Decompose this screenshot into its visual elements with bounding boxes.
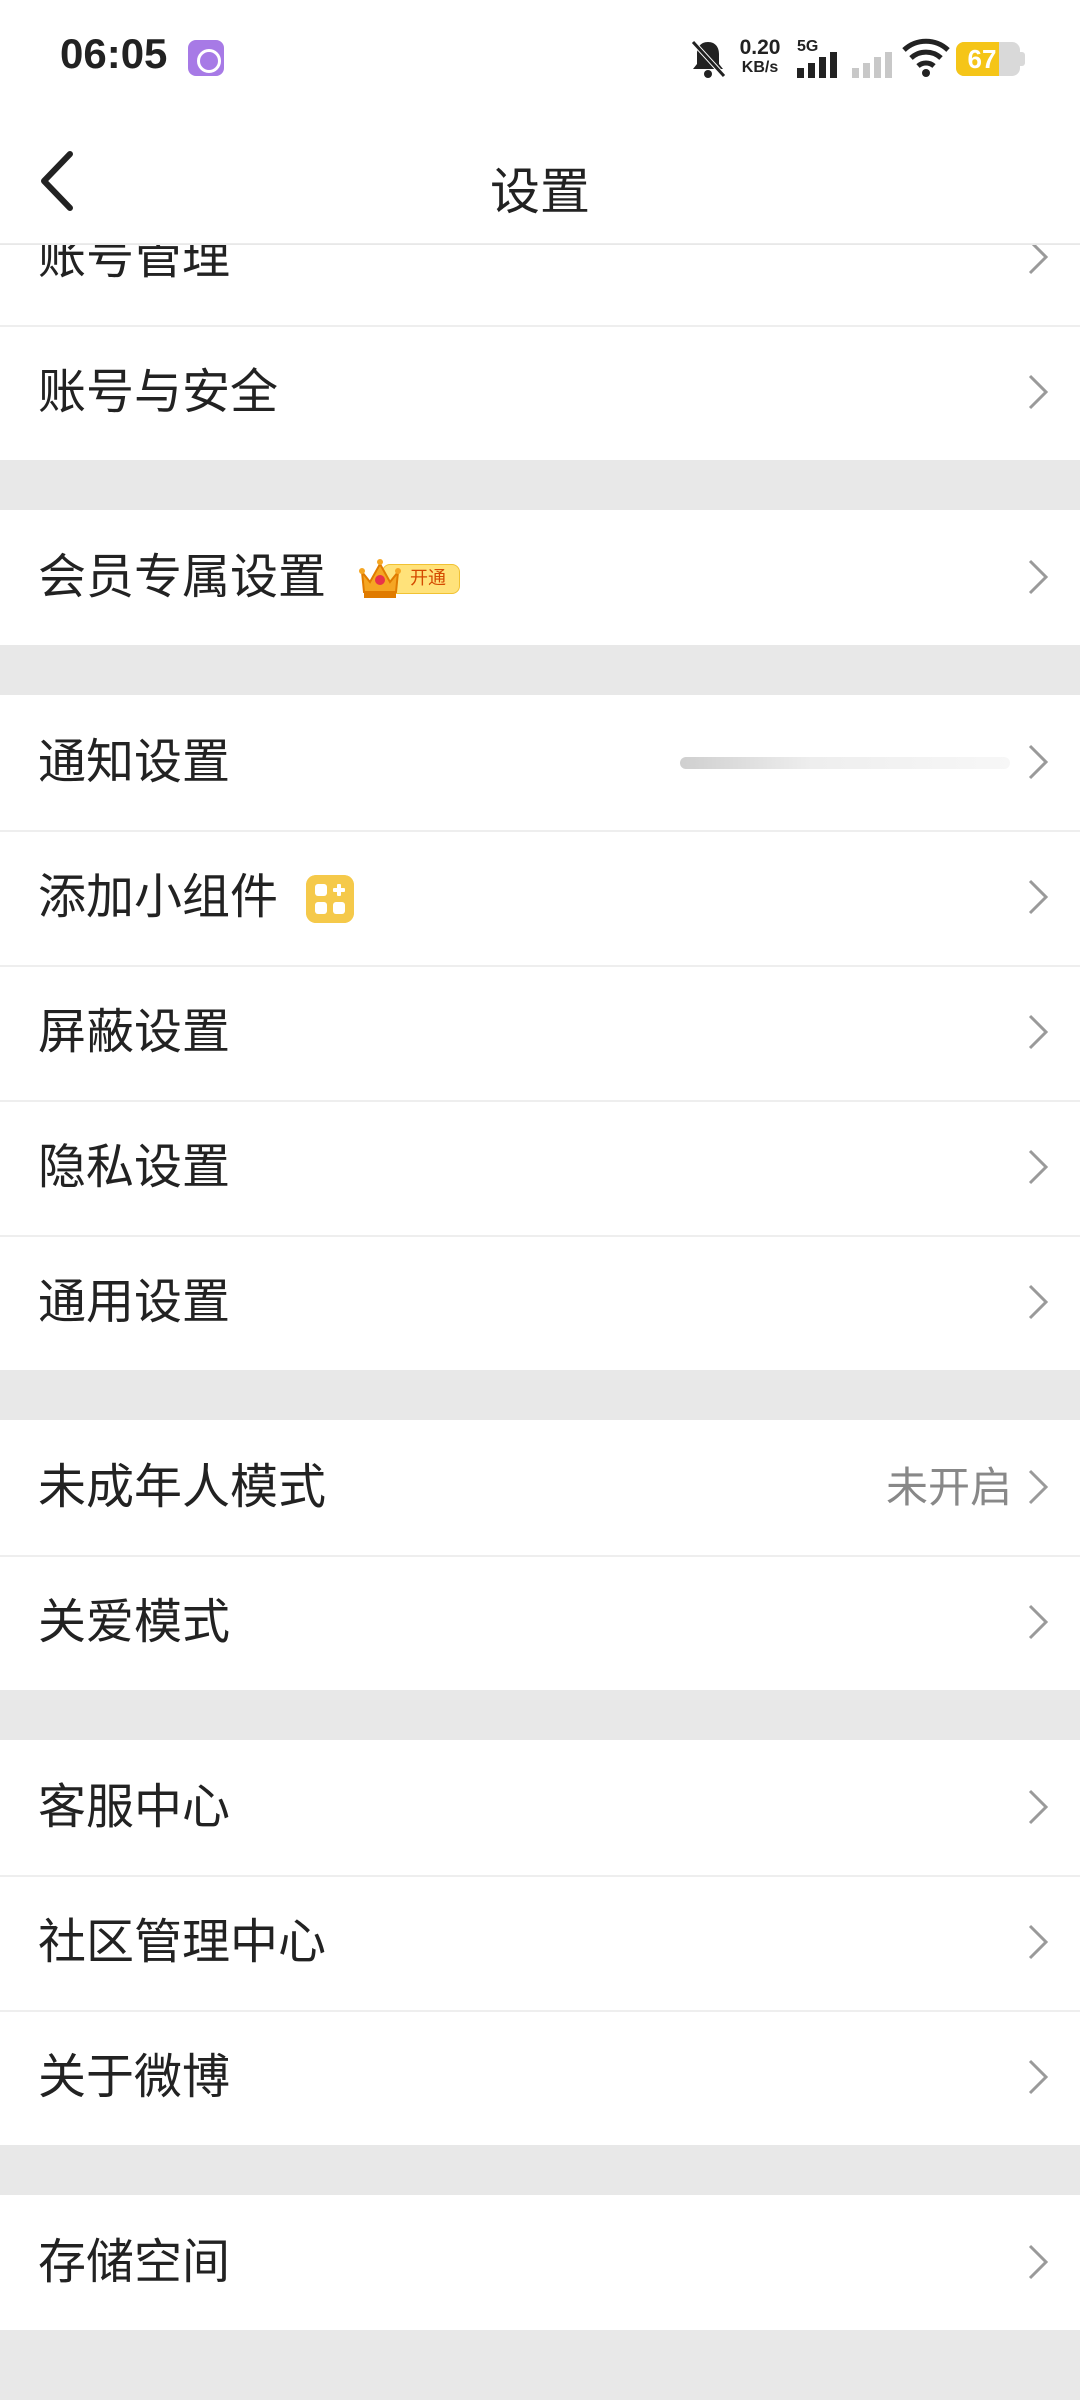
- row-label: 关爱模式: [38, 1594, 231, 1650]
- settings-row-vip-settings[interactable]: 会员专属设置 开通: [0, 510, 1080, 645]
- settings-row-general[interactable]: 通用设置: [0, 1235, 1080, 1370]
- chevron-right-icon: [1028, 1924, 1049, 1960]
- chevron-right-icon: [1028, 879, 1049, 915]
- network-speed: 0.20 KB/s: [735, 36, 785, 78]
- settings-list: 账号管理 账号与安全 会员专属设置 开通 通知设置 添加小组件 屏蔽设置 隐私设…: [0, 245, 1080, 2400]
- row-label: 通用设置: [38, 1274, 231, 1330]
- app-notification-icon: [188, 40, 224, 76]
- row-label: 社区管理中心: [38, 1914, 327, 1970]
- crown-icon: [359, 559, 401, 598]
- row-label: 会员专属设置: [38, 549, 327, 605]
- battery-tip: [1020, 52, 1025, 66]
- settings-group-account: 账号管理 账号与安全: [0, 245, 1080, 460]
- chevron-right-icon: [1028, 2244, 1049, 2280]
- settings-group-storage: 存储空间: [0, 2195, 1080, 2330]
- settings-group-general: 通知设置 添加小组件 屏蔽设置 隐私设置 通用设置: [0, 695, 1080, 1370]
- cell-signal-secondary-icon: [852, 52, 892, 78]
- battery-level: 67: [967, 44, 997, 74]
- settings-row-block[interactable]: 屏蔽设置: [0, 965, 1080, 1100]
- chevron-right-icon: [1028, 374, 1049, 410]
- row-label: 隐私设置: [38, 1139, 231, 1195]
- settings-group-vip: 会员专属设置 开通: [0, 510, 1080, 645]
- settings-row-notification[interactable]: 通知设置: [0, 695, 1080, 830]
- header-bar: 设置: [0, 118, 1080, 244]
- network-speed-unit: KB/s: [741, 59, 779, 76]
- chevron-right-icon: [1028, 559, 1049, 595]
- row-value: 未开启: [885, 1463, 1012, 1512]
- page-title: 设置: [490, 163, 590, 221]
- status-bar: 06:05 0.20 KB/s 5G 67: [0, 0, 1080, 118]
- settings-row-privacy[interactable]: 隐私设置: [0, 1100, 1080, 1235]
- blurred-value: [680, 757, 1010, 769]
- network-speed-value: 0.20: [739, 36, 781, 59]
- vip-open-badge[interactable]: 开通: [356, 552, 460, 604]
- row-label: 账号与安全: [38, 364, 279, 420]
- settings-row-storage[interactable]: 存储空间: [0, 2195, 1080, 2330]
- settings-group-support: 客服中心 社区管理中心 关于微博: [0, 1740, 1080, 2145]
- chevron-right-icon: [1028, 1789, 1049, 1825]
- chevron-right-icon: [1028, 744, 1049, 780]
- row-label: 添加小组件: [38, 869, 279, 925]
- row-label: 存储空间: [38, 2234, 231, 2290]
- settings-row-about[interactable]: 关于微博: [0, 2010, 1080, 2145]
- settings-row-account-security[interactable]: 账号与安全: [0, 325, 1080, 460]
- chevron-right-icon: [1028, 1469, 1049, 1505]
- settings-row-add-widget[interactable]: 添加小组件: [0, 830, 1080, 965]
- settings-group-modes: 未成年人模式 未开启 关爱模式: [0, 1420, 1080, 1690]
- settings-row-care-mode[interactable]: 关爱模式: [0, 1555, 1080, 1690]
- settings-row-customer-service[interactable]: 客服中心: [0, 1740, 1080, 1875]
- row-label: 通知设置: [38, 734, 231, 790]
- status-time: 06:05: [60, 30, 168, 77]
- settings-row-account-management[interactable]: 账号管理: [0, 245, 1080, 325]
- widget-grid-icon: [306, 875, 354, 923]
- chevron-right-icon: [1028, 1604, 1049, 1640]
- wifi-icon: [902, 38, 950, 77]
- cell-signal-icon: [797, 52, 837, 78]
- chevron-right-icon: [1028, 2059, 1049, 2095]
- battery-indicator: 67: [956, 42, 1020, 76]
- row-label: 屏蔽设置: [38, 1004, 231, 1060]
- bell-muted-icon: [691, 40, 726, 78]
- chevron-right-icon: [1028, 245, 1049, 275]
- row-label: 关于微博: [38, 2049, 231, 2105]
- chevron-right-icon: [1028, 1149, 1049, 1185]
- row-label: 未成年人模式: [38, 1459, 327, 1515]
- row-label: 账号管理: [38, 245, 231, 285]
- settings-row-community-management[interactable]: 社区管理中心: [0, 1875, 1080, 2010]
- row-label: 客服中心: [38, 1779, 231, 1835]
- chevron-right-icon: [1028, 1284, 1049, 1320]
- settings-row-minor-mode[interactable]: 未成年人模式 未开启: [0, 1420, 1080, 1555]
- chevron-right-icon: [1028, 1014, 1049, 1050]
